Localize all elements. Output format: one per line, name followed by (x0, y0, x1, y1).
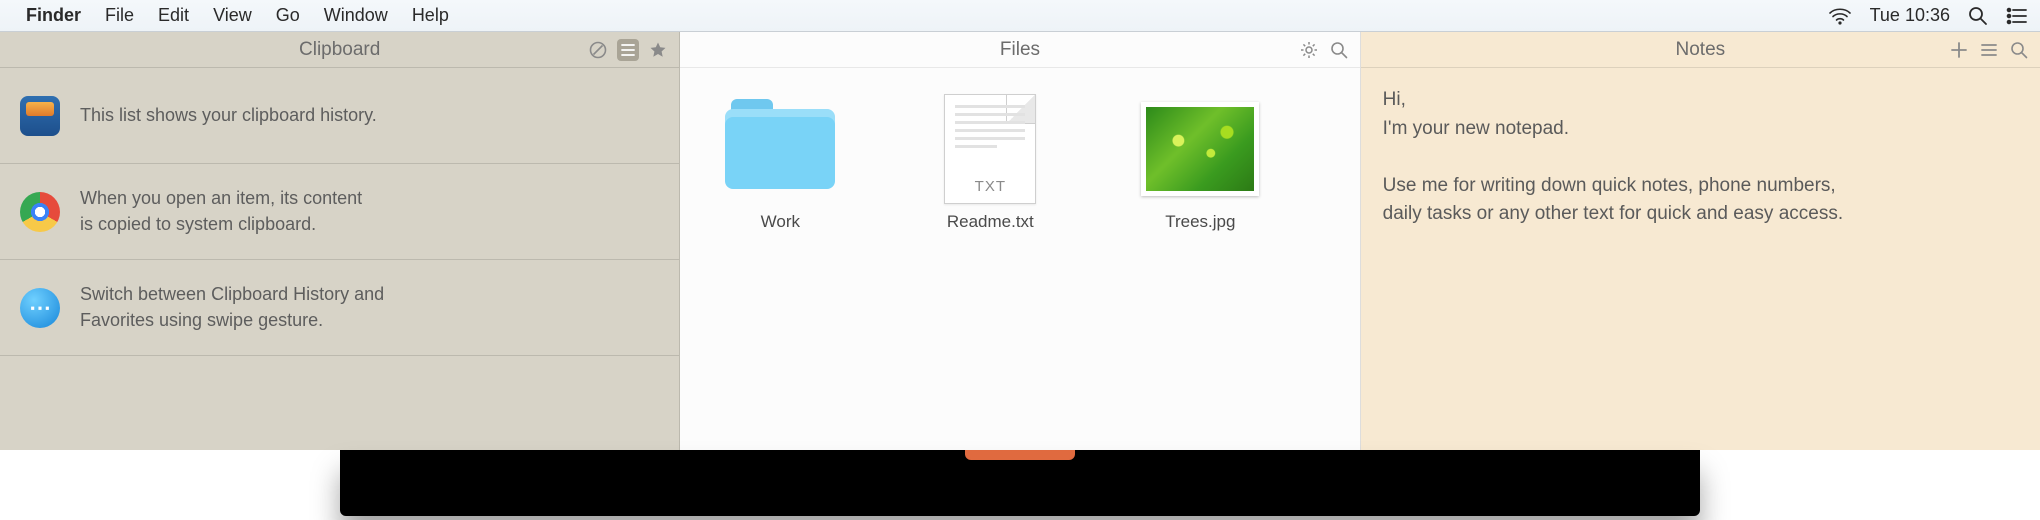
menu-file[interactable]: File (105, 5, 134, 26)
file-label: Readme.txt (947, 212, 1034, 232)
files-settings-icon[interactable] (1298, 39, 1320, 61)
files-panel: Files Work (680, 32, 1360, 450)
files-search-icon[interactable] (1328, 39, 1350, 61)
notes-title: Notes (1676, 39, 1726, 61)
notes-add-icon[interactable] (1948, 39, 1970, 61)
file-item-image[interactable]: Trees.jpg (1130, 94, 1270, 232)
clipboard-clear-icon[interactable] (587, 39, 609, 61)
file-item-txt[interactable]: TXT Readme.txt (920, 94, 1060, 232)
clipboard-title: Clipboard (299, 39, 380, 61)
clipboard-item[interactable]: This list shows your clipboard history. (0, 68, 679, 164)
clipboard-item-text: When you open an item, its content is co… (80, 186, 362, 236)
notes-header: Notes (1361, 32, 2040, 68)
clipboard-item-text: This list shows your clipboard history. (80, 103, 377, 128)
clipboard-item-text: Switch between Clipboard History and Fav… (80, 282, 384, 332)
menu-go[interactable]: Go (276, 5, 300, 26)
dock-shadow (340, 450, 1700, 516)
file-ext-label: TXT (945, 178, 1035, 195)
clipboard-panel: Clipboard This list shows your clipboard… (0, 32, 680, 450)
files-header: Files (680, 32, 1359, 68)
clipboard-header: Clipboard (0, 32, 679, 68)
chrome-app-icon (20, 192, 60, 232)
clipboard-list: This list shows your clipboard history. … (0, 68, 679, 450)
files-title: Files (1000, 39, 1040, 61)
image-thumbnail (1141, 102, 1259, 196)
notes-list-icon[interactable] (1978, 39, 2000, 61)
wifi-icon[interactable] (1828, 7, 1852, 25)
clipboard-history-icon[interactable] (617, 39, 639, 61)
panels-row: Clipboard This list shows your clipboard… (0, 32, 2040, 450)
dock-running-indicator (965, 450, 1075, 460)
folder-icon (725, 109, 835, 189)
clipboard-item[interactable]: Switch between Clipboard History and Fav… (0, 260, 679, 356)
clipboard-item[interactable]: When you open an item, its content is co… (0, 164, 679, 260)
files-grid: Work TXT Readme.txt Trees.jpg (680, 68, 1359, 258)
spotlight-icon[interactable] (1968, 6, 1988, 26)
notes-search-icon[interactable] (2008, 39, 2030, 61)
file-item-folder[interactable]: Work (710, 94, 850, 232)
menubar-app-name[interactable]: Finder (26, 5, 81, 26)
file-label: Work (761, 212, 800, 232)
notes-panel: Notes Hi, I'm your new notepad. Use me f… (1361, 32, 2040, 450)
dock-area (0, 450, 2040, 520)
file-label: Trees.jpg (1165, 212, 1235, 232)
clipboard-favorites-icon[interactable] (647, 39, 669, 61)
notes-text[interactable]: Hi, I'm your new notepad. Use me for wri… (1361, 68, 2040, 247)
menu-help[interactable]: Help (412, 5, 449, 26)
menu-window[interactable]: Window (324, 5, 388, 26)
menu-edit[interactable]: Edit (158, 5, 189, 26)
menu-extras-icon[interactable] (2006, 7, 2028, 25)
pocket-app-icon (20, 96, 60, 136)
menu-view[interactable]: View (213, 5, 252, 26)
menubar: Finder File Edit View Go Window Help Tue… (0, 0, 2040, 32)
messages-app-icon (20, 288, 60, 328)
menubar-clock[interactable]: Tue 10:36 (1870, 5, 1950, 26)
txt-file-icon: TXT (944, 94, 1036, 204)
